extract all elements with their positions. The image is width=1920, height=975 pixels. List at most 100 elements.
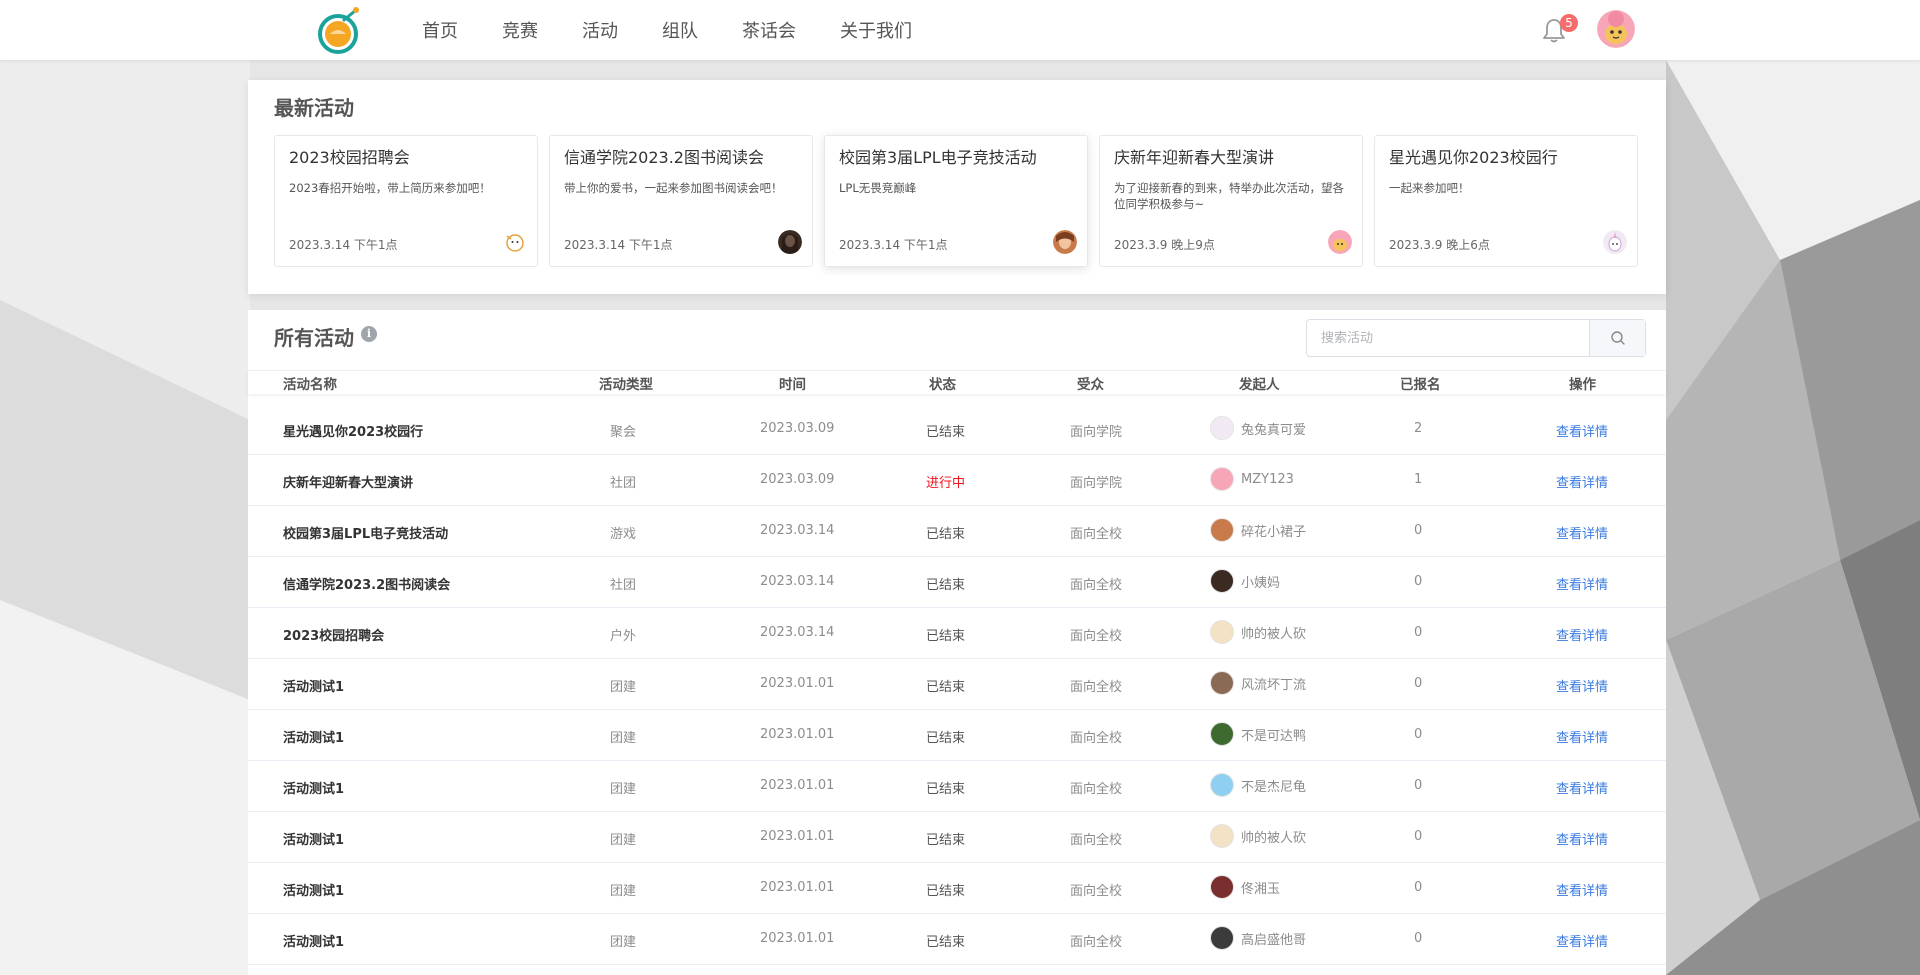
- organizer-name: 帅的被人砍: [1241, 830, 1307, 846]
- organizer-name: 帅的被人砍: [1241, 626, 1307, 642]
- organizer: 小姨妈: [1210, 569, 1280, 593]
- card-desc: 一起来参加吧！: [1389, 181, 1470, 195]
- info-icon[interactable]: i: [361, 326, 377, 342]
- organizer: 碎花小裙子: [1210, 518, 1306, 542]
- table-row: 活动测试1 团建 2023.01.01 已结束 面向全校 帅的被人砍 0 查看详…: [248, 812, 1666, 863]
- table-row: 活动测试1 团建 2023.01.01 已结束 面向全校 不是杰尼龟 0 查看详…: [248, 761, 1666, 812]
- latest-title: 最新活动: [274, 96, 354, 120]
- activity-name: 活动测试1: [283, 680, 345, 695]
- table-body: 星光遇见你2023校园行 聚会 2023.03.09 已结束 面向学院 兔兔真可…: [248, 404, 1666, 965]
- organizer-avatar-icon: [1210, 467, 1234, 491]
- registered-count: 0: [1414, 727, 1423, 742]
- status-badge: 已结束: [926, 782, 966, 797]
- view-details-link[interactable]: 查看详情: [1556, 676, 1608, 695]
- view-details-link[interactable]: 查看详情: [1556, 880, 1608, 899]
- view-details-link[interactable]: 查看详情: [1556, 625, 1608, 644]
- col-registered: 已报名: [1400, 377, 1441, 393]
- activity-date: 2023.01.01: [760, 931, 835, 946]
- organizer-name: 高启盛他哥: [1241, 932, 1307, 948]
- table-row: 2023校园招聘会 户外 2023.03.14 已结束 面向全校 帅的被人砍 0…: [248, 608, 1666, 659]
- nav-competition[interactable]: 竞赛: [502, 17, 538, 43]
- status-badge: 已结束: [926, 680, 966, 695]
- organizer-avatar-icon: [1210, 875, 1234, 899]
- organizer: 兔兔真可爱: [1210, 416, 1306, 440]
- organizer-avatar-icon: [1210, 518, 1234, 542]
- registered-count: 0: [1414, 829, 1423, 844]
- activity-card[interactable]: 2023校园招聘会 2023春招开始啦，带上简历来参加吧！ 2023.3.14 …: [274, 135, 538, 267]
- activity-name: 星光遇见你2023校园行: [283, 425, 424, 440]
- view-details-link[interactable]: 查看详情: [1556, 472, 1608, 491]
- view-details-link[interactable]: 查看详情: [1556, 574, 1608, 593]
- organizer-avatar-icon: [1210, 926, 1234, 950]
- status-badge: 已结束: [926, 935, 966, 950]
- organizer-name: 不是可达鸭: [1241, 728, 1307, 744]
- activity-type: 团建: [610, 884, 637, 899]
- table-row: 信通学院2023.2图书阅读会 社团 2023.03.14 已结束 面向全校 小…: [248, 557, 1666, 608]
- registered-count: 1: [1414, 472, 1423, 487]
- activity-audience: 面向全校: [1070, 935, 1123, 950]
- status-badge: 已结束: [926, 884, 966, 899]
- activity-card[interactable]: 星光遇见你2023校园行 一起来参加吧！ 2023.3.9 晚上6点: [1374, 135, 1638, 267]
- nav-about[interactable]: 关于我们: [840, 17, 912, 43]
- all-activities-panel: 所有活动 i 活动名称 活动类型 时间 状态 受众 发起人 已报名 操作 星光遇…: [248, 310, 1666, 975]
- organizer-avatar-icon: [1210, 416, 1234, 440]
- logo-icon[interactable]: [316, 6, 364, 54]
- view-details-link[interactable]: 查看详情: [1556, 931, 1608, 950]
- organizer-name: 碎花小裙子: [1241, 524, 1307, 540]
- organizer-name: MZY123: [1241, 471, 1294, 487]
- view-details-link[interactable]: 查看详情: [1556, 829, 1608, 848]
- col-status: 状态: [929, 377, 956, 393]
- nav-team[interactable]: 组队: [662, 17, 698, 43]
- organizer: 帅的被人砍: [1210, 620, 1306, 644]
- search-icon: [1610, 331, 1625, 345]
- table-row: 星光遇见你2023校园行 聚会 2023.03.09 已结束 面向学院 兔兔真可…: [248, 404, 1666, 455]
- activity-card[interactable]: 庆新年迎新春大型演讲 为了迎接新春的到来，特举办此次活动，望各位同学积极参与~ …: [1099, 135, 1363, 267]
- organizer: 不是可达鸭: [1210, 722, 1306, 746]
- registered-count: 0: [1414, 676, 1423, 691]
- view-details-link[interactable]: 查看详情: [1556, 727, 1608, 746]
- activity-card[interactable]: 信通学院2023.2图书阅读会 带上你的爱书，一起来参加图书阅读会吧！ 2023…: [549, 135, 813, 267]
- view-details-link[interactable]: 查看详情: [1556, 421, 1608, 440]
- user-avatar-icon[interactable]: [1597, 10, 1635, 48]
- view-details-link[interactable]: 查看详情: [1556, 778, 1608, 797]
- activity-card[interactable]: 校园第3届LPL电子竞技活动 LPL无畏竞巅峰 2023.3.14 下午1点: [824, 135, 1088, 267]
- organizer-avatar-icon: [1210, 671, 1234, 695]
- table-row: 活动测试1 团建 2023.01.01 已结束 面向全校 风流坏丁流 0 查看详…: [248, 659, 1666, 710]
- view-details-link[interactable]: 查看详情: [1556, 523, 1608, 542]
- col-organizer: 发起人: [1239, 377, 1280, 393]
- table-row: 庆新年迎新春大型演讲 社团 2023.03.09 进行中 面向学院 MZY123…: [248, 455, 1666, 506]
- activity-audience: 面向学院: [1070, 476, 1123, 491]
- status-badge: 进行中: [926, 476, 966, 491]
- organizer-name: 小姨妈: [1241, 575, 1281, 591]
- activity-audience: 面向学院: [1070, 425, 1123, 440]
- activity-name: 活动测试1: [283, 782, 345, 797]
- card-desc: 2023春招开始啦，带上简历来参加吧！: [289, 181, 491, 195]
- activity-date: 2023.03.09: [760, 421, 835, 436]
- activity-date: 2023.03.14: [760, 523, 835, 538]
- activity-audience: 面向全校: [1070, 629, 1123, 644]
- table-row: 活动测试1 团建 2023.01.01 已结束 面向全校 佟湘玉 0 查看详情: [248, 863, 1666, 914]
- activity-date: 2023.01.01: [760, 778, 835, 793]
- activity-date: 2023.01.01: [760, 676, 835, 691]
- nav-tea-party[interactable]: 茶话会: [742, 17, 796, 43]
- activity-type: 团建: [610, 782, 637, 797]
- status-badge: 已结束: [926, 629, 966, 644]
- activity-date: 2023.03.09: [760, 472, 835, 487]
- latest-activities-panel: 最新活动 2023校园招聘会 2023春招开始啦，带上简历来参加吧！ 2023.…: [248, 80, 1666, 294]
- activity-date: 2023.03.14: [760, 625, 835, 640]
- activity-audience: 面向全校: [1070, 680, 1123, 695]
- activity-type: 团建: [610, 731, 637, 746]
- nav-home[interactable]: 首页: [422, 17, 458, 43]
- activity-name: 活动测试1: [283, 935, 345, 950]
- registered-count: 0: [1414, 625, 1423, 640]
- organizer: 帅的被人砍: [1210, 824, 1306, 848]
- search-input[interactable]: [1307, 320, 1589, 356]
- organizer-name: 不是杰尼龟: [1241, 779, 1307, 795]
- organizer-name: 风流坏丁流: [1241, 677, 1307, 693]
- activity-name: 信通学院2023.2图书阅读会: [283, 578, 451, 593]
- card-time: 2023.3.14 下午1点: [839, 238, 948, 252]
- search-button[interactable]: [1589, 320, 1645, 356]
- registered-count: 0: [1414, 931, 1423, 946]
- card-time: 2023.3.14 下午1点: [289, 238, 398, 252]
- nav-activity[interactable]: 活动: [582, 17, 618, 43]
